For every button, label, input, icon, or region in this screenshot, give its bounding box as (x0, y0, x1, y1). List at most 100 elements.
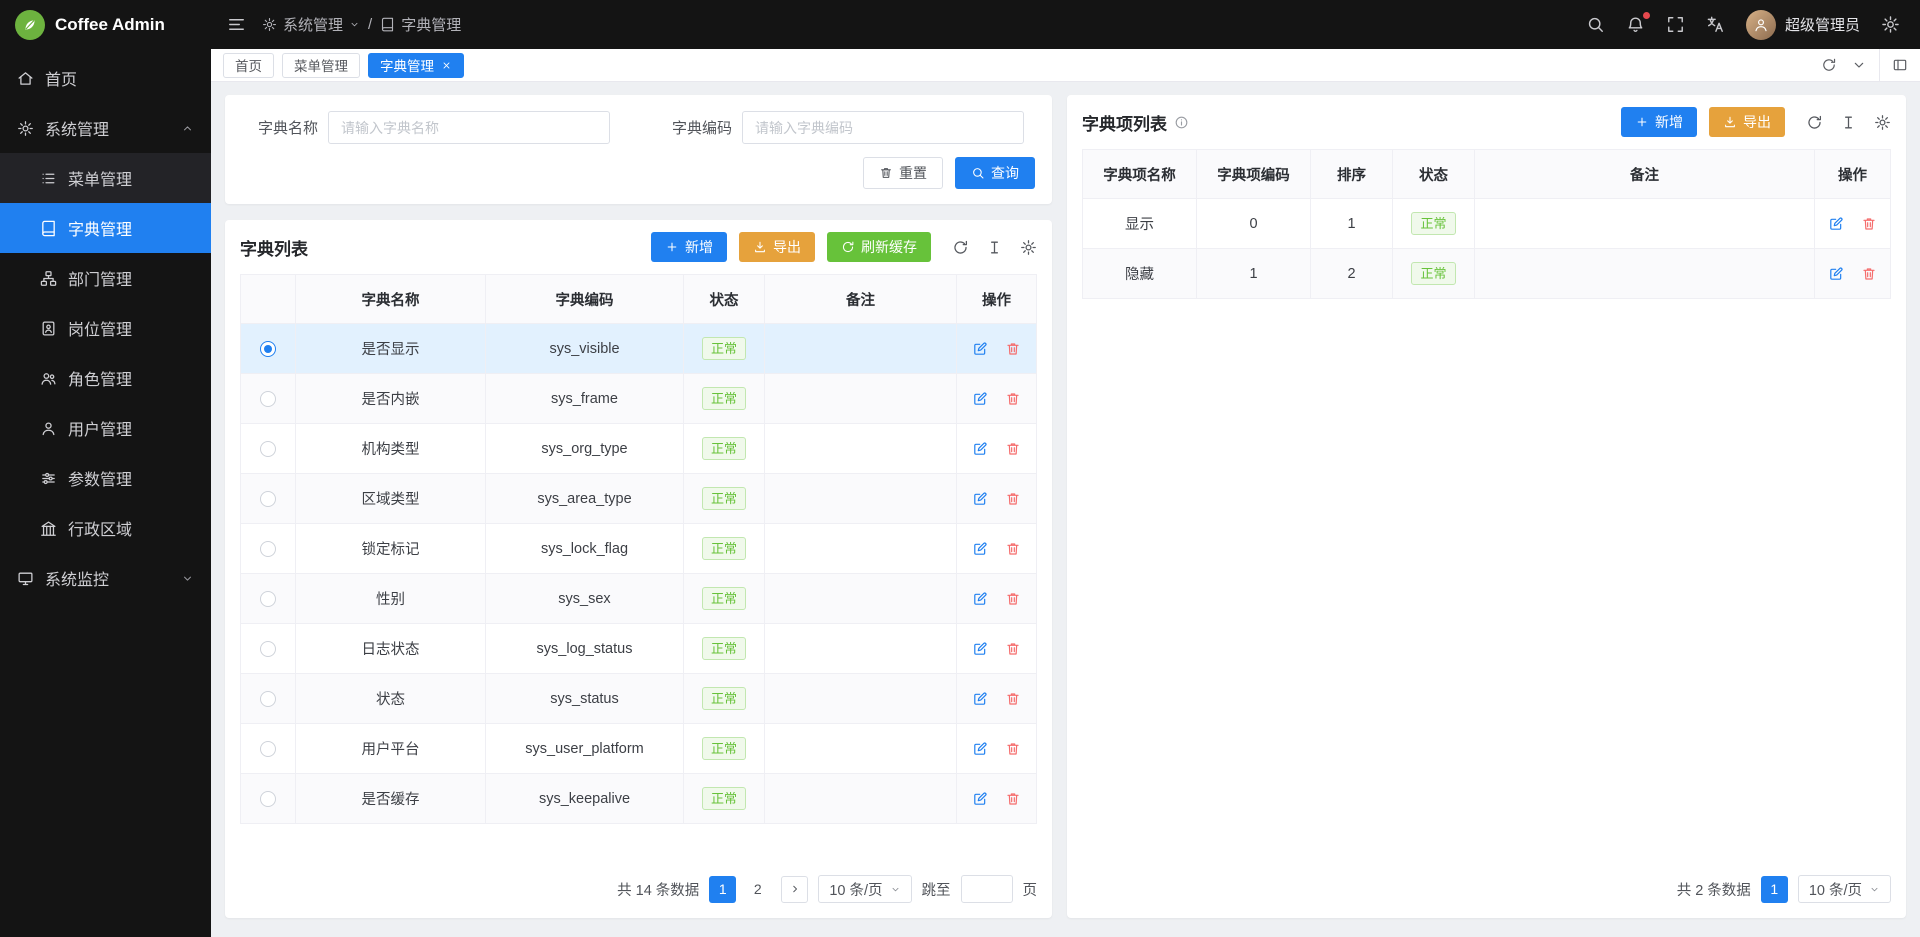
edit-icon[interactable] (972, 691, 988, 707)
row-radio[interactable] (260, 541, 276, 557)
table-row[interactable]: 是否缓存 sys_keepalive 正常 (241, 774, 1037, 824)
sidebar-group-system[interactable]: 系统管理 (0, 103, 211, 153)
delete-icon[interactable] (1005, 691, 1021, 707)
sidebar-item-user-mgmt[interactable]: 用户管理 (0, 403, 211, 453)
row-radio[interactable] (260, 741, 276, 757)
export-item-button[interactable]: 导出 (1709, 107, 1785, 137)
edit-icon[interactable] (972, 641, 988, 657)
page-button[interactable]: 1 (709, 876, 736, 903)
export-button[interactable]: 导出 (739, 232, 815, 262)
translate-icon[interactable] (1706, 15, 1725, 34)
edit-icon[interactable] (972, 541, 988, 557)
delete-icon[interactable] (1861, 266, 1877, 282)
sidebar-item-menu-mgmt[interactable]: 菜单管理 (0, 153, 211, 203)
row-radio[interactable] (260, 791, 276, 807)
delete-icon[interactable] (1005, 791, 1021, 807)
tab-dict-mgmt[interactable]: 字典管理 (368, 53, 464, 78)
table-row[interactable]: 显示 0 1 正常 (1083, 199, 1891, 249)
search-icon[interactable] (1586, 15, 1605, 34)
page-button[interactable]: 1 (1761, 876, 1788, 903)
edit-icon[interactable] (972, 591, 988, 607)
chevron-down-icon[interactable] (1851, 57, 1867, 73)
table-row[interactable]: 是否显示 sys_visible 正常 (241, 324, 1037, 374)
fullscreen-icon[interactable] (1666, 15, 1685, 34)
refresh-cache-button[interactable]: 刷新缓存 (827, 232, 931, 262)
edit-icon[interactable] (972, 491, 988, 507)
sidebar-group-monitor[interactable]: 系统监控 (0, 553, 211, 603)
page-size-select[interactable]: 10 条/页 (1798, 875, 1891, 903)
settings-gear-icon[interactable] (1881, 15, 1900, 34)
tab-home[interactable]: 首页 (223, 53, 274, 78)
delete-icon[interactable] (1861, 216, 1877, 232)
delete-icon[interactable] (1005, 391, 1021, 407)
app-title: Coffee Admin (55, 15, 165, 35)
refresh-icon[interactable] (952, 239, 969, 256)
table-row[interactable]: 区域类型 sys_area_type 正常 (241, 474, 1037, 524)
query-button[interactable]: 查询 (955, 157, 1035, 189)
edit-icon[interactable] (1828, 216, 1844, 232)
table-settings-gear-icon[interactable] (1020, 239, 1037, 256)
delete-icon[interactable] (1005, 641, 1021, 657)
row-radio[interactable] (260, 641, 276, 657)
add-button[interactable]: 新增 (651, 232, 727, 262)
add-item-button[interactable]: 新增 (1621, 107, 1697, 137)
delete-icon[interactable] (1005, 541, 1021, 557)
page-button[interactable]: 2 (744, 876, 771, 903)
bell-icon[interactable] (1626, 15, 1645, 34)
table-row[interactable]: 是否内嵌 sys_frame 正常 (241, 374, 1037, 424)
sidebar-item-region-mgmt[interactable]: 行政区域 (0, 503, 211, 553)
delete-icon[interactable] (1005, 441, 1021, 457)
sidebar-item-dict-mgmt[interactable]: 字典管理 (0, 203, 211, 253)
close-icon[interactable] (441, 60, 452, 71)
page-size-select[interactable]: 10 条/页 (818, 875, 911, 903)
user-menu[interactable]: 超级管理员 (1746, 10, 1860, 40)
row-radio[interactable] (260, 691, 276, 707)
sidebar-item-role-mgmt[interactable]: 角色管理 (0, 353, 211, 403)
edit-icon[interactable] (972, 341, 988, 357)
row-radio[interactable] (260, 491, 276, 507)
refresh-icon[interactable] (1806, 114, 1823, 131)
refresh-icon[interactable] (1821, 57, 1837, 73)
edit-icon[interactable] (972, 441, 988, 457)
info-icon[interactable] (1174, 115, 1189, 130)
density-icon[interactable] (1840, 114, 1857, 131)
edit-icon[interactable] (972, 391, 988, 407)
edit-icon[interactable] (972, 741, 988, 757)
table-settings-gear-icon[interactable] (1874, 114, 1891, 131)
reset-button[interactable]: 重置 (863, 157, 943, 189)
row-radio[interactable] (260, 591, 276, 607)
table-row[interactable]: 状态 sys_status 正常 (241, 674, 1037, 724)
delete-icon[interactable] (1005, 591, 1021, 607)
sidebar-item-param-mgmt[interactable]: 参数管理 (0, 453, 211, 503)
table-row[interactable]: 隐藏 1 2 正常 (1083, 249, 1891, 299)
table-row[interactable]: 用户平台 sys_user_platform 正常 (241, 724, 1037, 774)
density-icon[interactable] (986, 239, 1003, 256)
app-logo[interactable]: Coffee Admin (0, 0, 211, 49)
row-radio[interactable] (260, 441, 276, 457)
delete-icon[interactable] (1005, 341, 1021, 357)
table-row[interactable]: 日志状态 sys_log_status 正常 (241, 624, 1037, 674)
table-row[interactable]: 机构类型 sys_org_type 正常 (241, 424, 1037, 474)
row-radio[interactable] (260, 391, 276, 407)
jump-page-input[interactable] (961, 875, 1013, 903)
row-radio[interactable] (260, 341, 276, 357)
sidebar-item-dept-mgmt[interactable]: 部门管理 (0, 253, 211, 303)
delete-icon[interactable] (1005, 491, 1021, 507)
dict-code-input[interactable] (742, 111, 1024, 144)
edit-icon[interactable] (1828, 266, 1844, 282)
table-row[interactable]: 锁定标记 sys_lock_flag 正常 (241, 524, 1037, 574)
menu-toggle-icon[interactable] (227, 15, 246, 34)
dict-name-input[interactable] (328, 111, 610, 144)
edit-icon[interactable] (972, 791, 988, 807)
dict-code-cell: sys_frame (486, 374, 684, 424)
sidebar-item-home[interactable]: 首页 (0, 53, 211, 103)
tab-menu-mgmt[interactable]: 菜单管理 (282, 53, 360, 78)
sidebar-item-post-mgmt[interactable]: 岗位管理 (0, 303, 211, 353)
chevron-down-icon (890, 884, 901, 895)
delete-icon[interactable] (1005, 741, 1021, 757)
breadcrumb-level1[interactable]: 系统管理 (262, 14, 360, 35)
content-fullscreen-icon[interactable] (1879, 49, 1920, 81)
table-row[interactable]: 性别 sys_sex 正常 (241, 574, 1037, 624)
dict-code-cell: sys_area_type (486, 474, 684, 524)
next-page-button[interactable] (781, 876, 808, 903)
